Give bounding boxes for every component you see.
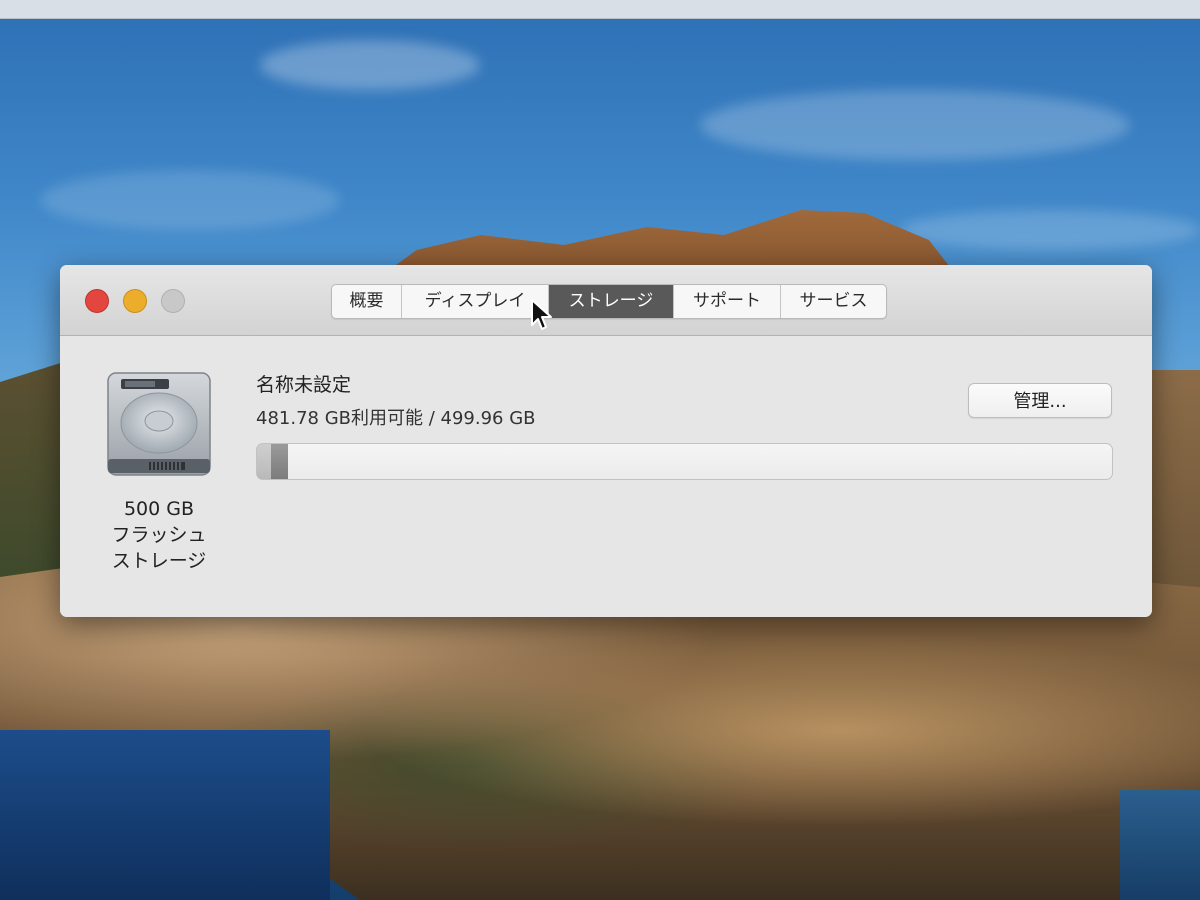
menu-bar <box>0 0 1200 19</box>
wallpaper-cloud <box>260 40 480 90</box>
mouse-pointer-icon <box>530 298 554 332</box>
hard-drive-icon <box>105 371 213 481</box>
minimize-window-button[interactable] <box>123 289 147 313</box>
desktop-wallpaper: 概要 ディスプレイ ストレージ サポート サービス 500 GB フラッシュ ス… <box>0 0 1200 900</box>
wallpaper-cloud <box>40 170 340 230</box>
about-this-mac-window: 概要 ディスプレイ ストレージ サポート サービス 500 GB フラッシュ ス… <box>60 265 1152 617</box>
disk-type-label-2: ストレージ <box>111 550 207 572</box>
tab-support[interactable]: サポート <box>674 285 781 318</box>
tab-storage[interactable]: ストレージ <box>549 285 674 318</box>
disk-type-label: フラッシュ <box>111 524 207 546</box>
wallpaper-sea <box>0 730 330 900</box>
close-window-button[interactable] <box>85 289 109 313</box>
manage-button[interactable]: 管理... <box>968 383 1112 418</box>
wallpaper-cloud <box>700 90 1130 160</box>
volume-name: 名称未設定 <box>256 374 352 396</box>
tab-service[interactable]: サービス <box>781 285 886 318</box>
tab-overview[interactable]: 概要 <box>332 285 402 318</box>
disk-caption: 500 GB フラッシュ ストレージ <box>90 496 228 574</box>
wallpaper-sea <box>1120 790 1200 900</box>
wallpaper-cloud <box>900 210 1200 250</box>
storage-usage-bar <box>256 443 1113 480</box>
volume-usage-text: 481.78 GB利用可能 / 499.96 GB <box>256 408 536 429</box>
disk-capacity-label: 500 GB <box>123 498 195 520</box>
window-titlebar[interactable]: 概要 ディスプレイ ストレージ サポート サービス <box>60 265 1152 336</box>
storage-system-fill <box>257 444 271 479</box>
storage-panel: 500 GB フラッシュ ストレージ 名称未設定 481.78 GB利用可能 /… <box>60 336 1152 617</box>
tab-displays[interactable]: ディスプレイ <box>402 285 549 318</box>
tab-bar: 概要 ディスプレイ ストレージ サポート サービス <box>331 284 887 319</box>
zoom-window-button[interactable] <box>161 289 185 313</box>
